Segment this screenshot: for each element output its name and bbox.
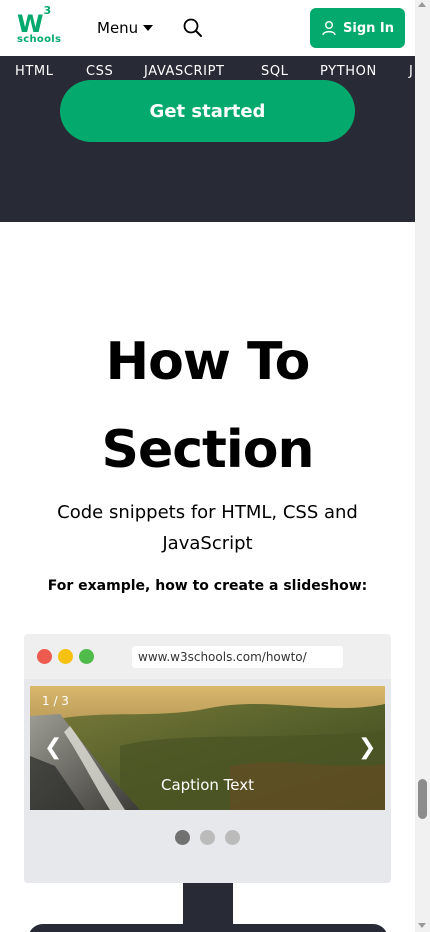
nav-item-python[interactable]: PYTHON [320, 64, 377, 79]
example-text: For example, how to create a slideshow: [47, 578, 368, 594]
page-subtitle: Code snippets for HTML, CSS and JavaScri… [57, 502, 358, 554]
search-icon[interactable] [182, 17, 204, 39]
url-bar: www.w3schools.com/howto/ [132, 646, 343, 668]
get-started-button[interactable]: Get started [60, 80, 355, 142]
window-maximize-dot [79, 649, 94, 664]
slideshow-demo: www.w3schools.com/howto/ 1 / 3 Caption T… [24, 634, 391, 883]
monitor-base [28, 924, 388, 932]
nav-item-css[interactable]: CSS [86, 64, 113, 79]
browser-bar: www.w3schools.com/howto/ [24, 634, 391, 679]
nav-item-javascript[interactable]: JAVASCRIPT [144, 64, 225, 79]
menu-button[interactable]: Menu [97, 17, 154, 39]
top-bar: W3 schools Menu Sign In [0, 0, 415, 56]
nav-item-sql[interactable]: SQL [261, 64, 289, 79]
sign-in-button[interactable]: Sign In [310, 8, 405, 48]
page-title: How To Section [0, 318, 415, 494]
scroll-down-arrow-icon[interactable] [418, 923, 426, 928]
prev-slide-button[interactable]: ❮ [44, 736, 62, 760]
slide-number: 1 / 3 [42, 694, 69, 708]
next-slide-button[interactable]: ❯ [358, 736, 376, 760]
page: W3 schools Menu Sign In HTML CSS JAVASCR… [0, 0, 415, 932]
window-minimize-dot [58, 649, 73, 664]
user-icon [322, 21, 336, 36]
nav-item-overflow[interactable]: J [409, 64, 413, 79]
slide-caption: Caption Text [160, 776, 255, 794]
scroll-up-arrow-icon[interactable] [418, 2, 426, 7]
title-line-1: How To [105, 332, 311, 392]
slide-image: 1 / 3 Caption Text ❮ ❯ [30, 686, 385, 810]
w3schools-logo[interactable]: W3 schools [14, 4, 64, 50]
title-line-2: Section [101, 420, 315, 480]
slide-indicator-1[interactable] [175, 830, 190, 845]
sign-in-label: Sign In [343, 20, 394, 36]
scrollbar-thumb[interactable] [418, 779, 427, 819]
logo-word: schools [17, 34, 62, 45]
window-close-dot [37, 649, 52, 664]
caret-down-icon [143, 25, 154, 31]
slide-indicator-3[interactable] [225, 830, 240, 845]
nav-item-html[interactable]: HTML [15, 64, 54, 79]
menu-label: Menu [97, 19, 139, 37]
slide-indicator-2[interactable] [200, 830, 215, 845]
